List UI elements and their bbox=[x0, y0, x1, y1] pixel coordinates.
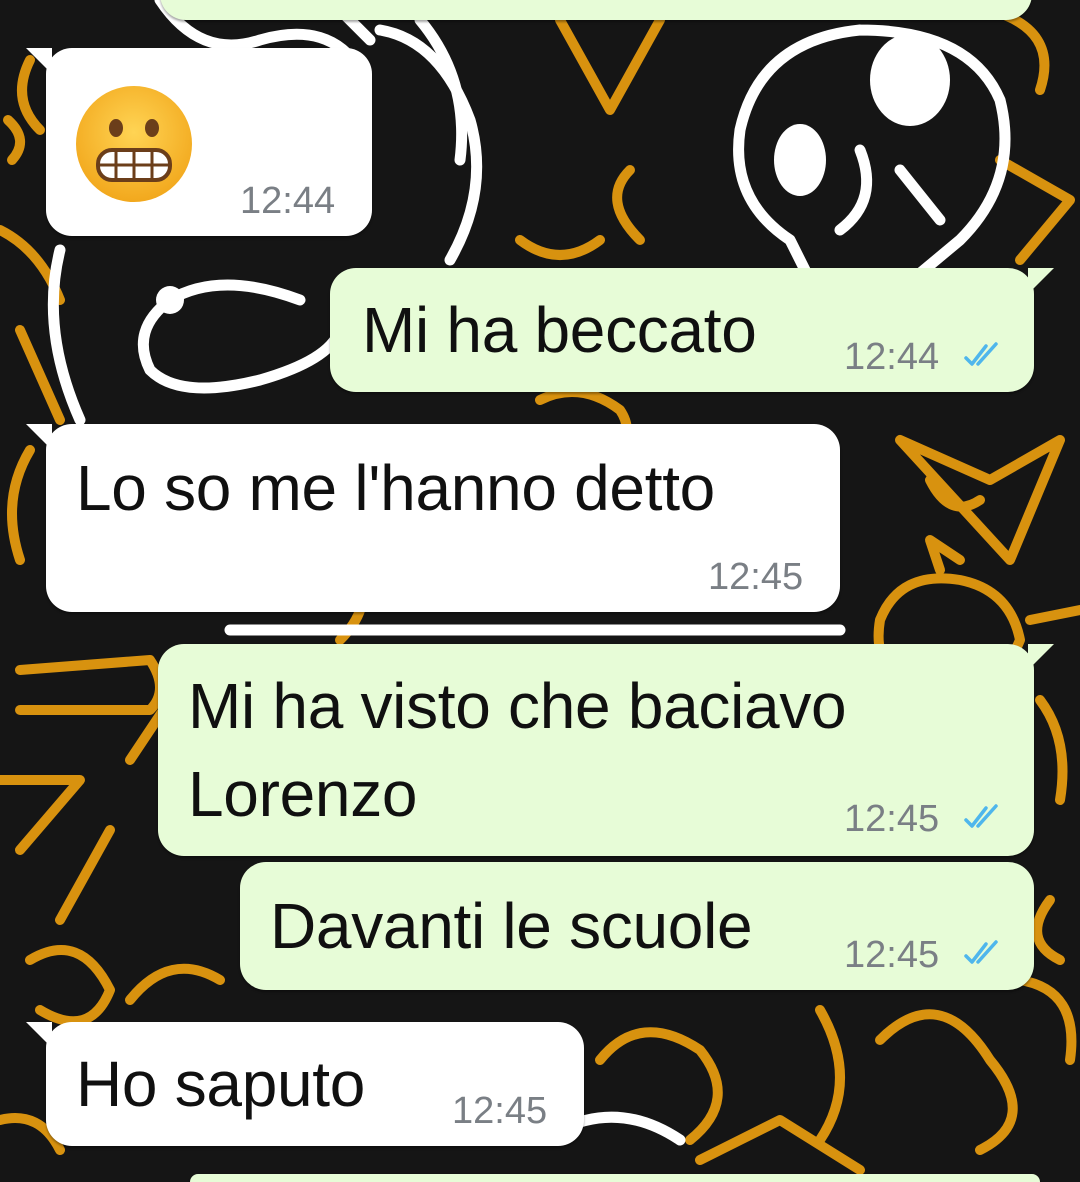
message-text: Mi ha beccato bbox=[362, 294, 757, 366]
message-time: 12:45 bbox=[708, 556, 804, 598]
read-double-check-icon bbox=[964, 940, 998, 964]
message-text-line: Lorenzo bbox=[188, 758, 418, 830]
message-time: 12:44 bbox=[240, 180, 336, 222]
message-text: Lo so me l'hanno detto bbox=[76, 452, 715, 524]
message-time: 12:44 bbox=[844, 336, 940, 378]
message-text: Davanti le scuole bbox=[270, 890, 753, 962]
message-time: 12:45 bbox=[452, 1090, 548, 1132]
outgoing-message-bubble[interactable]: Mi ha beccato 12:44 bbox=[330, 268, 1054, 392]
read-double-check-icon bbox=[964, 342, 998, 366]
outgoing-message-bubble-partial[interactable] bbox=[160, 0, 1032, 20]
message-time: 12:45 bbox=[844, 934, 940, 976]
incoming-message-bubble[interactable]: Lo so me l'hanno detto 12:45 bbox=[26, 424, 840, 612]
incoming-message-bubble[interactable]: Ho saputo 12:45 bbox=[26, 1022, 584, 1146]
message-text: Ho saputo bbox=[76, 1048, 366, 1120]
outgoing-message-bubble-partial[interactable] bbox=[190, 1174, 1040, 1182]
message-time: 12:45 bbox=[844, 798, 940, 840]
read-double-check-icon bbox=[964, 804, 998, 828]
grimacing-face-emoji bbox=[76, 86, 192, 202]
incoming-message-bubble[interactable]: 12:44 bbox=[26, 48, 372, 236]
outgoing-message-bubble[interactable]: Mi ha visto che baciavo Lorenzo 12:45 bbox=[158, 644, 1054, 856]
outgoing-message-bubble[interactable]: Davanti le scuole 12:45 bbox=[240, 862, 1034, 990]
message-text-line: Mi ha visto che baciavo bbox=[188, 670, 847, 742]
